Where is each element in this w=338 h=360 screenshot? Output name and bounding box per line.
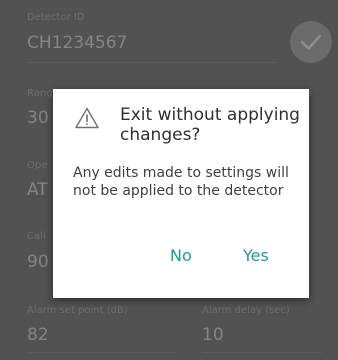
alarm-delay-underline [202,352,322,353]
operating-field[interactable]: AT [27,180,48,200]
range-field[interactable]: 30 [27,108,49,128]
confirm-button[interactable] [290,21,332,63]
alarm-delay-label: Alarm delay (sec) [202,305,290,316]
operating-label: Ope [27,160,48,171]
detector-id-field[interactable]: CH1234567 [27,33,127,53]
calibration-label: Cali [27,231,46,242]
check-icon [300,34,322,50]
detector-id-label: Detector ID [27,12,85,23]
alarm-set-point-label: Alarm set point (dB) [27,305,128,316]
detector-id-underline [27,62,277,63]
calibration-field[interactable]: 90 [27,252,49,272]
dialog-message: Any edits made to settings will not be a… [73,165,289,199]
no-button[interactable]: No [170,246,192,266]
alarm-delay-field[interactable]: 10 [202,325,224,345]
yes-button[interactable]: Yes [243,246,269,266]
warning-icon [75,107,99,129]
exit-confirm-dialog: Exit without applying changes? Any edits… [53,89,309,298]
alarm-set-point-underline [27,352,177,353]
dialog-title: Exit without applying changes? [120,105,300,145]
alarm-set-point-field[interactable]: 82 [27,325,49,345]
